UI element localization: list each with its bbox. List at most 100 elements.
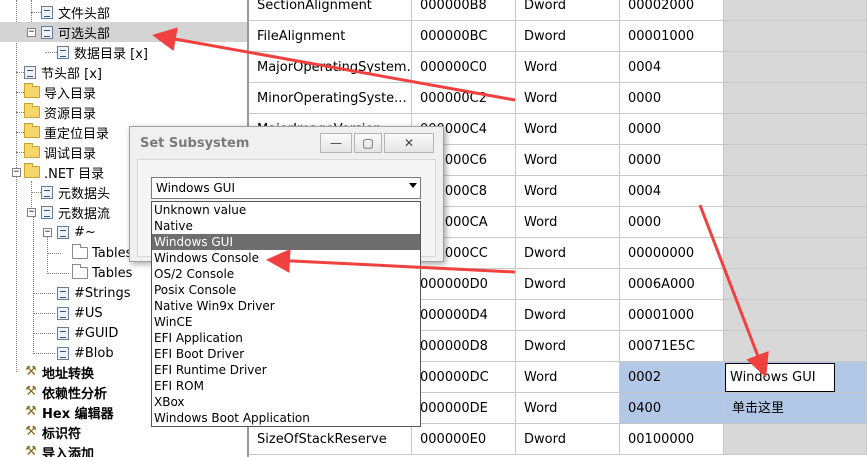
cell-offset[interactable]: 000000B8 [412,0,516,21]
cell-meaning[interactable] [724,269,867,300]
cell-value[interactable]: 0006A000 [620,269,724,300]
tree-item-file-header[interactable]: 文件头部 [41,2,110,22]
table-row[interactable]: SectionAlignment 000000B8 Dword 00002000 [249,0,867,21]
cell-offset[interactable]: 000000D4 [412,300,516,331]
dropdown-option[interactable]: Windows Boot Application [152,410,420,426]
cell-offset[interactable]: 000000C0 [412,52,516,83]
cell-offset[interactable]: 000000D8 [412,331,516,362]
cell-size[interactable]: Word [516,83,620,114]
cell-value[interactable]: 0002 [620,362,724,393]
cell-offset[interactable]: 000000E0 [412,424,516,455]
cell-member[interactable]: MinorOperatingSyste... [249,83,412,114]
table-row[interactable]: MinorOperatingSyste... 000000C2 Word 0000 [249,83,867,114]
cell-size[interactable]: Word [516,207,620,238]
cell-meaning[interactable] [724,300,867,331]
chevron-down-icon[interactable] [409,183,417,188]
cell-size[interactable]: Word [516,145,620,176]
collapse-icon[interactable]: − [12,168,21,177]
dropdown-option[interactable]: Native Win9x Driver [152,298,420,314]
cell-size[interactable]: Word [516,362,620,393]
cell-meaning[interactable] [724,238,867,269]
tree-item-debug-directory[interactable]: 调试目录 [24,142,96,162]
table-row[interactable]: FileAlignment 000000BC Dword 00001000 [249,21,867,52]
cell-meaning[interactable] [724,21,867,52]
cell-meaning[interactable] [724,145,867,176]
maximize-button[interactable]: ▢ [354,133,382,153]
tree-item-import-adder[interactable]: ⚒ 导入添加 [24,442,94,457]
cell-size[interactable]: Word [516,114,620,145]
cell-meaning[interactable] [724,207,867,238]
cell-value[interactable]: 0000 [620,114,724,145]
cell-value[interactable]: 00071E5C [620,331,724,362]
cell-offset[interactable]: 000000BC [412,21,516,52]
cell-value[interactable]: 0000 [620,83,724,114]
cell-member[interactable]: SectionAlignment [249,0,412,21]
tree-item-optional-header[interactable] [0,22,247,42]
cell-offset[interactable]: 000000DE [412,393,516,424]
cell-value[interactable]: 0000 [620,145,724,176]
cell-meaning[interactable] [724,176,867,207]
cell-meaning[interactable] [724,424,867,455]
cell-offset[interactable]: 000000D0 [412,269,516,300]
dropdown-option[interactable]: XBox [152,394,420,410]
cell-value[interactable]: 00000000 [620,238,724,269]
tree-item-us[interactable]: #US [57,303,103,323]
tree-item-metadata-header[interactable]: 元数据头 [41,182,110,202]
dropdown-option[interactable]: Unknown value [152,202,420,218]
tree-item-blob[interactable]: #Blob [57,343,114,363]
cell-size[interactable]: Dword [516,269,620,300]
meaning-edit-box[interactable]: Windows GUI [725,363,835,392]
dropdown-option[interactable]: Windows Console [152,250,420,266]
cell-value[interactable]: 0004 [620,176,724,207]
cell-member[interactable]: MajorOperatingSystem... [249,52,412,83]
tree-item-resource-directory[interactable]: 资源目录 [24,102,96,122]
cell-value[interactable]: 0004 [620,52,724,83]
cell-meaning[interactable] [724,83,867,114]
cell-member[interactable]: FileAlignment [249,21,412,52]
cell-size[interactable]: Dword [516,238,620,269]
dropdown-option[interactable]: Posix Console [152,282,420,298]
table-row[interactable]: SizeOfStackReserve 000000E0 Dword 00100000 [249,424,867,455]
collapse-icon[interactable]: − [27,28,36,37]
tree-item-dependency-walker[interactable]: ⚒ 依赖性分析 [24,382,107,402]
dropdown-option[interactable]: EFI ROM [152,378,420,394]
tree-item-hex-editor[interactable]: ⚒ Hex 编辑器 [24,402,113,422]
close-button[interactable]: ✕ [384,133,434,153]
cell-offset[interactable]: 000000C2 [412,83,516,114]
cell-value[interactable]: 0000 [620,207,724,238]
cell-offset[interactable]: 000000DC [412,362,516,393]
tree-item-data-directories[interactable]: 数据目录 [x] [57,42,148,62]
tree-item-tilde-stream[interactable]: #~ [57,222,96,242]
tree-item-address-converter[interactable]: ⚒ 地址转换 [24,362,94,382]
subsystem-select[interactable]: Windows GUI [151,177,421,199]
table-row[interactable]: MajorOperatingSystem... 000000C0 Word 0004 [249,52,867,83]
cell-size[interactable]: Dword [516,331,620,362]
cell-size[interactable]: Dword [516,424,620,455]
cell-meaning[interactable] [724,114,867,145]
dropdown-option[interactable]: OS/2 Console [152,266,420,282]
tree-item-tables-2[interactable]: Tables [72,263,132,283]
tree-item-section-headers[interactable]: 节头部 [x] [24,62,102,82]
cell-value[interactable]: 00100000 [620,424,724,455]
tree-item-import-directory[interactable]: 导入目录 [24,82,96,102]
cell-value[interactable]: 00001000 [620,300,724,331]
collapse-icon[interactable]: − [43,228,52,237]
tree-item-relocation-directory[interactable]: 重定位目录 [24,122,109,142]
dropdown-option[interactable]: Native [152,218,420,234]
tree-item-metadata-streams[interactable]: 元数据流 [41,202,110,222]
tree-item-strings[interactable]: #Strings [57,283,130,303]
tree-item-dotnet-directory[interactable]: .NET 目录 [24,162,104,182]
cell-meaning[interactable]: 单击这里 [724,393,867,424]
subsystem-dropdown-list[interactable]: Unknown value Native Windows GUI Windows Co… [151,201,421,427]
dropdown-option[interactable]: WinCE [152,314,420,330]
dropdown-option[interactable]: EFI Runtime Driver [152,362,420,378]
collapse-icon[interactable]: − [27,208,36,217]
tree-item-optional-header-content[interactable]: 可选头部 [41,22,110,42]
tree-item-guid[interactable]: #GUID [57,323,118,343]
tree-item-identifier[interactable]: ⚒ 标识符 [24,422,81,442]
cell-meaning[interactable] [724,0,867,21]
cell-size[interactable]: Dword [516,0,620,21]
cell-size[interactable]: Dword [516,300,620,331]
cell-value[interactable]: 0400 [620,393,724,424]
dropdown-option[interactable]: EFI Application [152,330,420,346]
